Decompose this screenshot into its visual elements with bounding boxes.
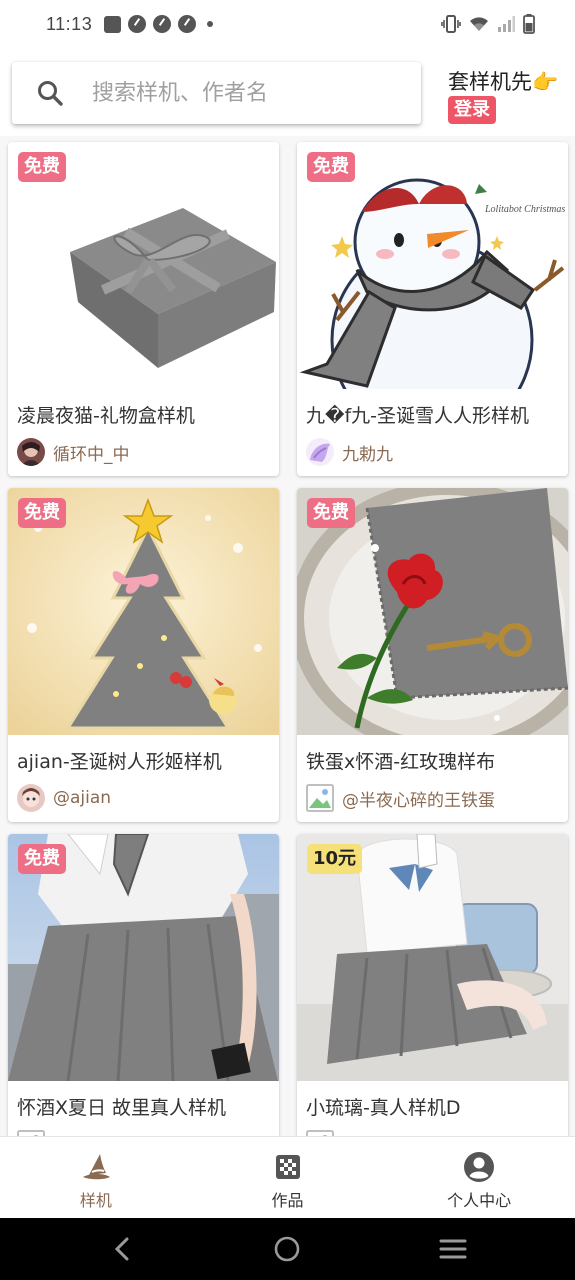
avatar	[306, 784, 334, 812]
mockup-card[interactable]: 免费 ajian-圣诞树人形姬样机 @ajian	[8, 488, 279, 822]
search-icon	[38, 81, 63, 106]
nav-item-profile[interactable]: 个人中心	[383, 1137, 575, 1218]
mockup-card[interactable]: 免费 怀酒X夏日 故里真人样机	[8, 834, 279, 1136]
card-author[interactable]: 循环中_中	[17, 437, 130, 467]
nav-item-mockups[interactable]: 样机	[0, 1137, 192, 1218]
avatar	[17, 784, 45, 812]
mockup-card[interactable]: 免费 铁蛋x怀酒-红玫瑰样布 @半夜心碎的王铁蛋	[297, 488, 568, 822]
card-title: 凌晨夜猫-礼物盒样机	[17, 405, 195, 427]
nav-label: 个人中心	[447, 1191, 512, 1210]
status-bar: 11:13	[0, 0, 575, 48]
search-input[interactable]	[92, 80, 392, 106]
bottom-navigation: 样机 作品 个人中心	[0, 1136, 575, 1218]
avatar	[306, 438, 334, 466]
avatar	[17, 438, 45, 466]
user-circle-icon	[464, 1152, 495, 1182]
author-name: @半夜心碎的王铁蛋	[342, 790, 495, 811]
more-notifications-icon	[207, 21, 214, 27]
author-name: 九勅九	[342, 444, 393, 465]
notification-icons	[104, 15, 214, 33]
card-author[interactable]: 九勅九	[306, 437, 393, 467]
menu-icon[interactable]	[439, 1238, 467, 1260]
author-name: 循环中_中	[53, 444, 130, 465]
battery-icon	[523, 14, 535, 34]
mockup-grid: 免费 凌晨夜猫-礼物盒样机 循环中_中 Lolitabot Christmas …	[0, 136, 575, 1136]
free-badge: 免费	[18, 844, 66, 874]
card-author[interactable]: @半夜心碎的王铁蛋	[306, 783, 495, 813]
notification-gauge-icon	[128, 15, 147, 33]
card-author[interactable]	[17, 1129, 53, 1136]
login-button[interactable]: 登录	[448, 96, 496, 124]
card-title: 九�f九-圣诞雪人人形样机	[306, 405, 530, 427]
search-bar[interactable]	[12, 62, 421, 124]
mockup-card[interactable]: 免费 凌晨夜猫-礼物盒样机 循环中_中	[8, 142, 279, 476]
free-badge: 免费	[307, 152, 355, 182]
app-header: 套样机先👉 登录	[0, 48, 575, 136]
notification-gauge-icon	[178, 15, 197, 33]
notification-gauge-icon	[153, 15, 172, 33]
mockup-card[interactable]: 10元 小琉璃-真人样机D	[297, 834, 568, 1136]
card-title: 铁蛋x怀酒-红玫瑰样布	[306, 751, 496, 773]
notification-app-icon	[104, 15, 122, 33]
home-icon[interactable]	[274, 1236, 300, 1262]
vibrate-icon	[441, 15, 461, 33]
checkerboard-icon	[275, 1155, 300, 1179]
free-badge: 免费	[18, 498, 66, 528]
price-badge: 10元	[307, 844, 363, 874]
card-author[interactable]	[306, 1129, 342, 1136]
card-title: 小琉璃-真人样机D	[306, 1097, 461, 1119]
brand-slogan: 套样机先👉	[448, 70, 559, 94]
system-navigation-bar	[0, 1218, 575, 1280]
nav-item-works[interactable]: 作品	[192, 1137, 384, 1218]
card-title: 怀酒X夏日 故里真人样机	[17, 1097, 227, 1119]
signal-icon	[498, 16, 515, 32]
nav-label: 样机	[79, 1191, 112, 1210]
mockup-card[interactable]: Lolitabot Christmas 免费 九�f九-圣诞雪人人形样机 九勅九	[297, 142, 568, 476]
system-icons	[441, 14, 535, 34]
free-badge: 免费	[307, 498, 355, 528]
status-time: 11:13	[46, 13, 93, 34]
free-badge: 免费	[18, 152, 66, 182]
card-author[interactable]: @ajian	[17, 783, 111, 813]
wizard-hat-icon	[82, 1154, 110, 1180]
author-name: @ajian	[53, 788, 112, 808]
back-icon[interactable]	[112, 1237, 132, 1261]
svg-text:Lolitabot Christmas: Lolitabot Christmas	[484, 204, 565, 215]
nav-label: 作品	[271, 1191, 304, 1210]
card-title: ajian-圣诞树人形姬样机	[17, 751, 222, 773]
wifi-icon	[470, 17, 488, 31]
